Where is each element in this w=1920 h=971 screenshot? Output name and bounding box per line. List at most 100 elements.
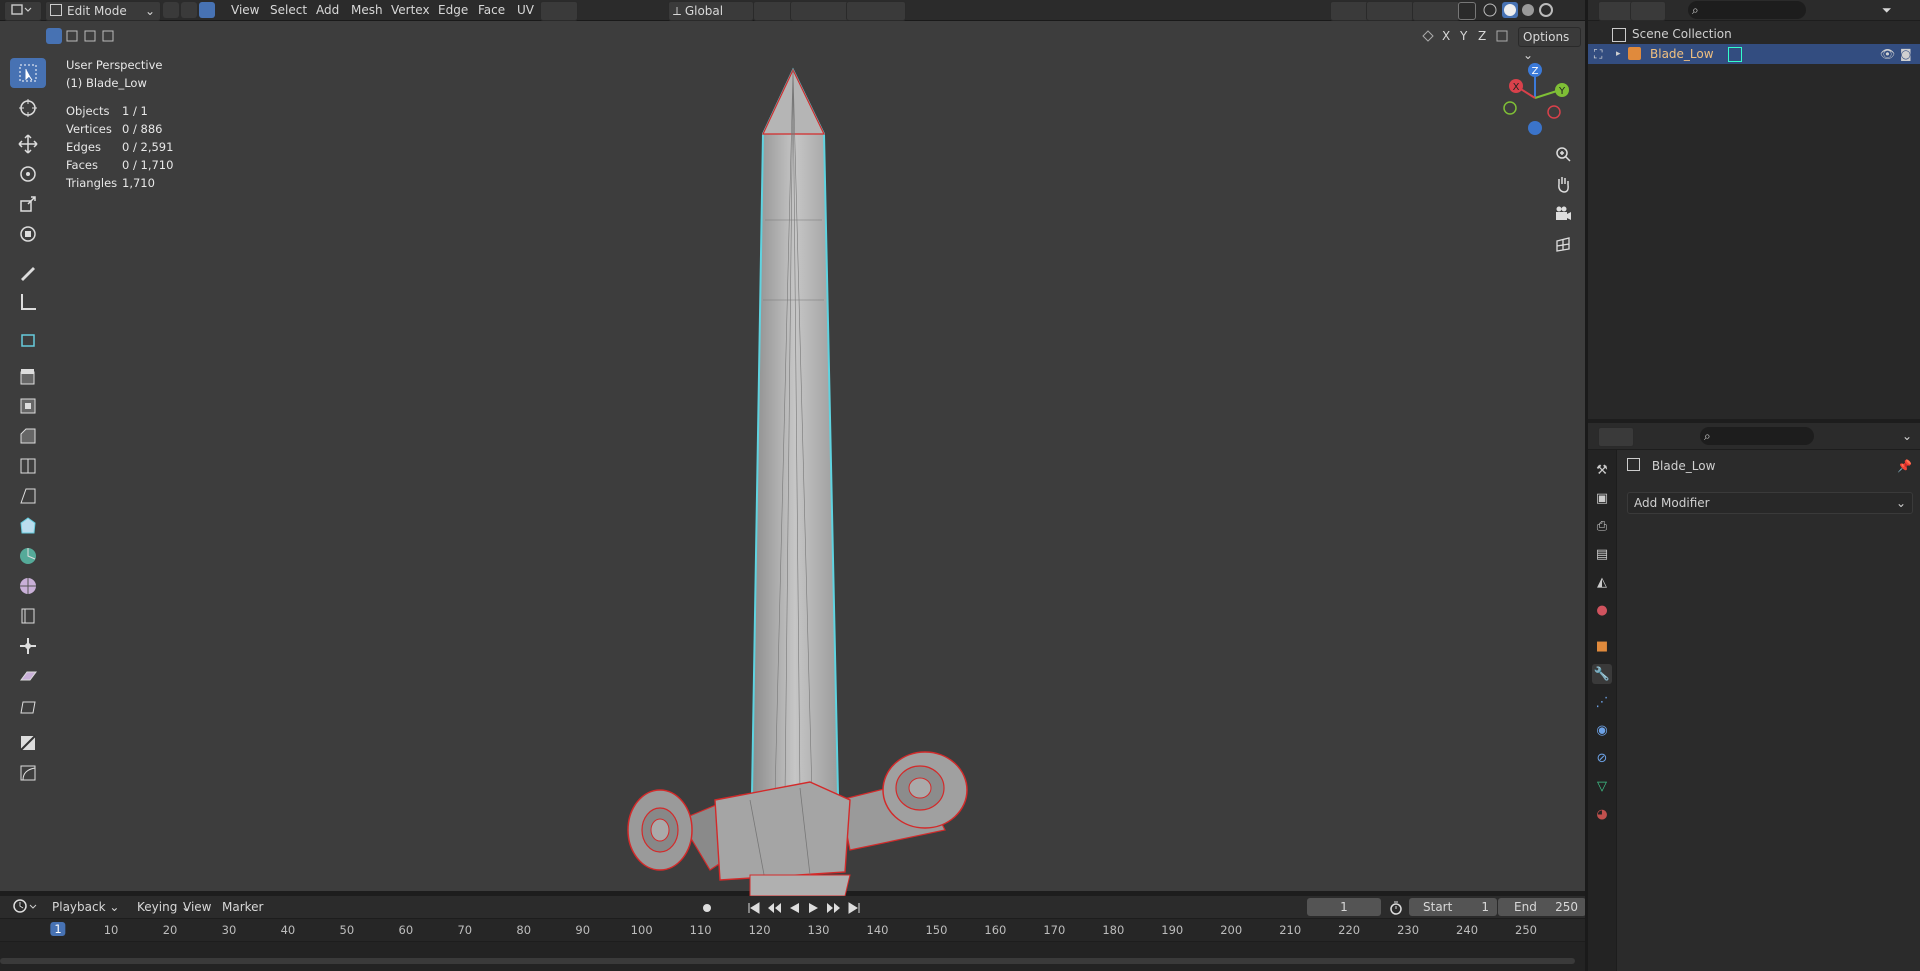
solid-shading-button[interactable]: [1502, 2, 1518, 18]
outliner-row-blade-low[interactable]: ⛶ ▸ Blade_Low 👁 ◙: [1588, 44, 1920, 64]
vertex-select-button[interactable]: [163, 2, 179, 18]
sword-mesh[interactable]: [600, 60, 1020, 896]
menu-face[interactable]: Face: [474, 1, 509, 19]
camera-view-button[interactable]: [1552, 203, 1574, 225]
menu-edge[interactable]: Edge: [434, 1, 472, 19]
curve-tool[interactable]: [10, 758, 46, 788]
mirror-y-toggle[interactable]: Y: [1456, 27, 1471, 45]
xray-toggle[interactable]: [1458, 2, 1476, 20]
play-button[interactable]: [806, 900, 822, 916]
edge-select-button[interactable]: [181, 2, 197, 18]
pin-icon[interactable]: 📌: [1897, 456, 1912, 476]
jump-start-button[interactable]: [746, 900, 762, 916]
select-subtract-button[interactable]: [82, 28, 98, 44]
timeline-scrollbar[interactable]: [0, 958, 1575, 964]
play-reverse-button[interactable]: [786, 900, 802, 916]
snap-dropdown[interactable]: [790, 1, 850, 21]
pan-button[interactable]: [1552, 173, 1574, 195]
wireframe-shading-button[interactable]: [1482, 2, 1498, 18]
data-tab[interactable]: ▽: [1592, 776, 1612, 796]
rip-region-tool[interactable]: [10, 691, 46, 721]
prev-keyframe-button[interactable]: [766, 900, 782, 916]
visibility-dropdown[interactable]: [1330, 1, 1370, 21]
current-frame-marker[interactable]: 1: [50, 922, 66, 936]
constraints-tab[interactable]: ⊘: [1592, 748, 1612, 768]
properties-search-input[interactable]: ⌕: [1700, 427, 1814, 445]
select-intersect-button[interactable]: [100, 28, 116, 44]
rendered-shading-button[interactable]: [1538, 2, 1554, 18]
playback-menu[interactable]: Playback ⌄: [48, 898, 123, 916]
pivot-point-dropdown[interactable]: [753, 1, 793, 21]
transform-tool[interactable]: [10, 219, 46, 249]
timeline-ruler[interactable]: 1 10 20 30 40 50 60 70 80 90 100 110 120 130 140 150 160…: [0, 919, 1585, 941]
mode-dropdown[interactable]: Edit Mode ⌄: [45, 1, 161, 21]
select-box-tool[interactable]: [10, 58, 46, 88]
select-extend-button[interactable]: [64, 28, 80, 44]
move-tool[interactable]: [10, 129, 46, 159]
options-dropdown[interactable]: Options ⌄: [1518, 27, 1581, 62]
annotate-tool[interactable]: [10, 257, 46, 287]
menu-mesh[interactable]: Mesh: [347, 1, 387, 19]
menu-uv[interactable]: UV: [513, 1, 538, 19]
mirror-options-icon[interactable]: [1420, 28, 1436, 44]
uv-sync-dropdown[interactable]: [540, 1, 578, 21]
eye-icon[interactable]: 👁: [1880, 44, 1895, 64]
particles-tab[interactable]: ⋰: [1592, 692, 1612, 712]
edit-mode-toggle-icon[interactable]: ⛶: [1594, 44, 1602, 64]
face-select-button[interactable]: [199, 2, 215, 18]
jump-end-button[interactable]: [846, 900, 862, 916]
image-tool[interactable]: [10, 728, 46, 758]
bevel-tool[interactable]: [10, 421, 46, 451]
properties-options-chevron[interactable]: ⌄: [1898, 427, 1916, 445]
mirror-x-toggle[interactable]: X: [1438, 27, 1454, 45]
current-frame-field[interactable]: 1: [1307, 898, 1381, 916]
shear-tool[interactable]: [10, 661, 46, 691]
timeline-body[interactable]: [0, 942, 1585, 971]
menu-vertex[interactable]: Vertex: [387, 1, 434, 19]
scene-tab[interactable]: ◭: [1592, 572, 1612, 592]
gizmo-toggle[interactable]: [1366, 1, 1414, 21]
end-frame-field[interactable]: End 250: [1498, 898, 1586, 916]
add-modifier-dropdown[interactable]: Add Modifier ⌄: [1627, 492, 1913, 514]
gizmo-neg-y[interactable]: [1503, 101, 1517, 115]
mirror-z-toggle[interactable]: Z: [1474, 27, 1490, 45]
output-tab[interactable]: ⎙: [1592, 516, 1612, 536]
tool-tab[interactable]: ⚒: [1592, 460, 1612, 480]
menu-select[interactable]: Select: [266, 1, 311, 19]
menu-add[interactable]: Add: [312, 1, 343, 19]
properties-editor-type[interactable]: [1598, 427, 1634, 447]
poly-build-tool[interactable]: [10, 511, 46, 541]
scale-tool[interactable]: [10, 189, 46, 219]
smooth-tool[interactable]: [10, 571, 46, 601]
extrude-tool[interactable]: [10, 361, 46, 391]
timeline-editor-type[interactable]: [8, 898, 44, 916]
editor-type-dropdown[interactable]: [4, 1, 42, 21]
menu-view[interactable]: View: [227, 1, 263, 19]
transform-orientation-dropdown[interactable]: ⟂ Global: [668, 1, 754, 21]
spin-tool[interactable]: [10, 541, 46, 571]
knife-tool[interactable]: [10, 481, 46, 511]
next-keyframe-button[interactable]: [826, 900, 842, 916]
start-frame-field[interactable]: Start 1: [1409, 898, 1497, 916]
proportional-edit-dropdown[interactable]: [846, 1, 906, 21]
preview-range-toggle[interactable]: [1388, 900, 1404, 916]
object-tab[interactable]: ■: [1592, 636, 1612, 656]
overlay-toggle[interactable]: [1412, 1, 1460, 21]
measure-tool[interactable]: [10, 287, 46, 317]
outliner-editor-type[interactable]: [1598, 1, 1634, 21]
marker-menu[interactable]: Marker: [218, 898, 267, 916]
timeline-view-menu[interactable]: View: [179, 898, 215, 916]
camera-render-icon[interactable]: ◙: [1900, 44, 1912, 64]
navigation-gizmo[interactable]: Z Y X: [1500, 62, 1570, 138]
zoom-button[interactable]: [1552, 143, 1574, 165]
scene-collection-row[interactable]: Scene Collection: [1588, 24, 1920, 44]
expand-arrow-icon[interactable]: ▸: [1616, 44, 1621, 64]
modifiers-tab[interactable]: 🔧: [1592, 664, 1612, 684]
filter-dropdown[interactable]: ⏷: [1878, 1, 1896, 19]
physics-tab[interactable]: ◉: [1592, 720, 1612, 740]
add-cube-tool[interactable]: [10, 324, 46, 354]
auto-merge-icon[interactable]: [1494, 28, 1510, 44]
outliner-search-input[interactable]: ⌕: [1688, 1, 1806, 19]
view-layer-tab[interactable]: ▤: [1592, 544, 1612, 564]
gizmo-neg-x[interactable]: [1547, 105, 1561, 119]
